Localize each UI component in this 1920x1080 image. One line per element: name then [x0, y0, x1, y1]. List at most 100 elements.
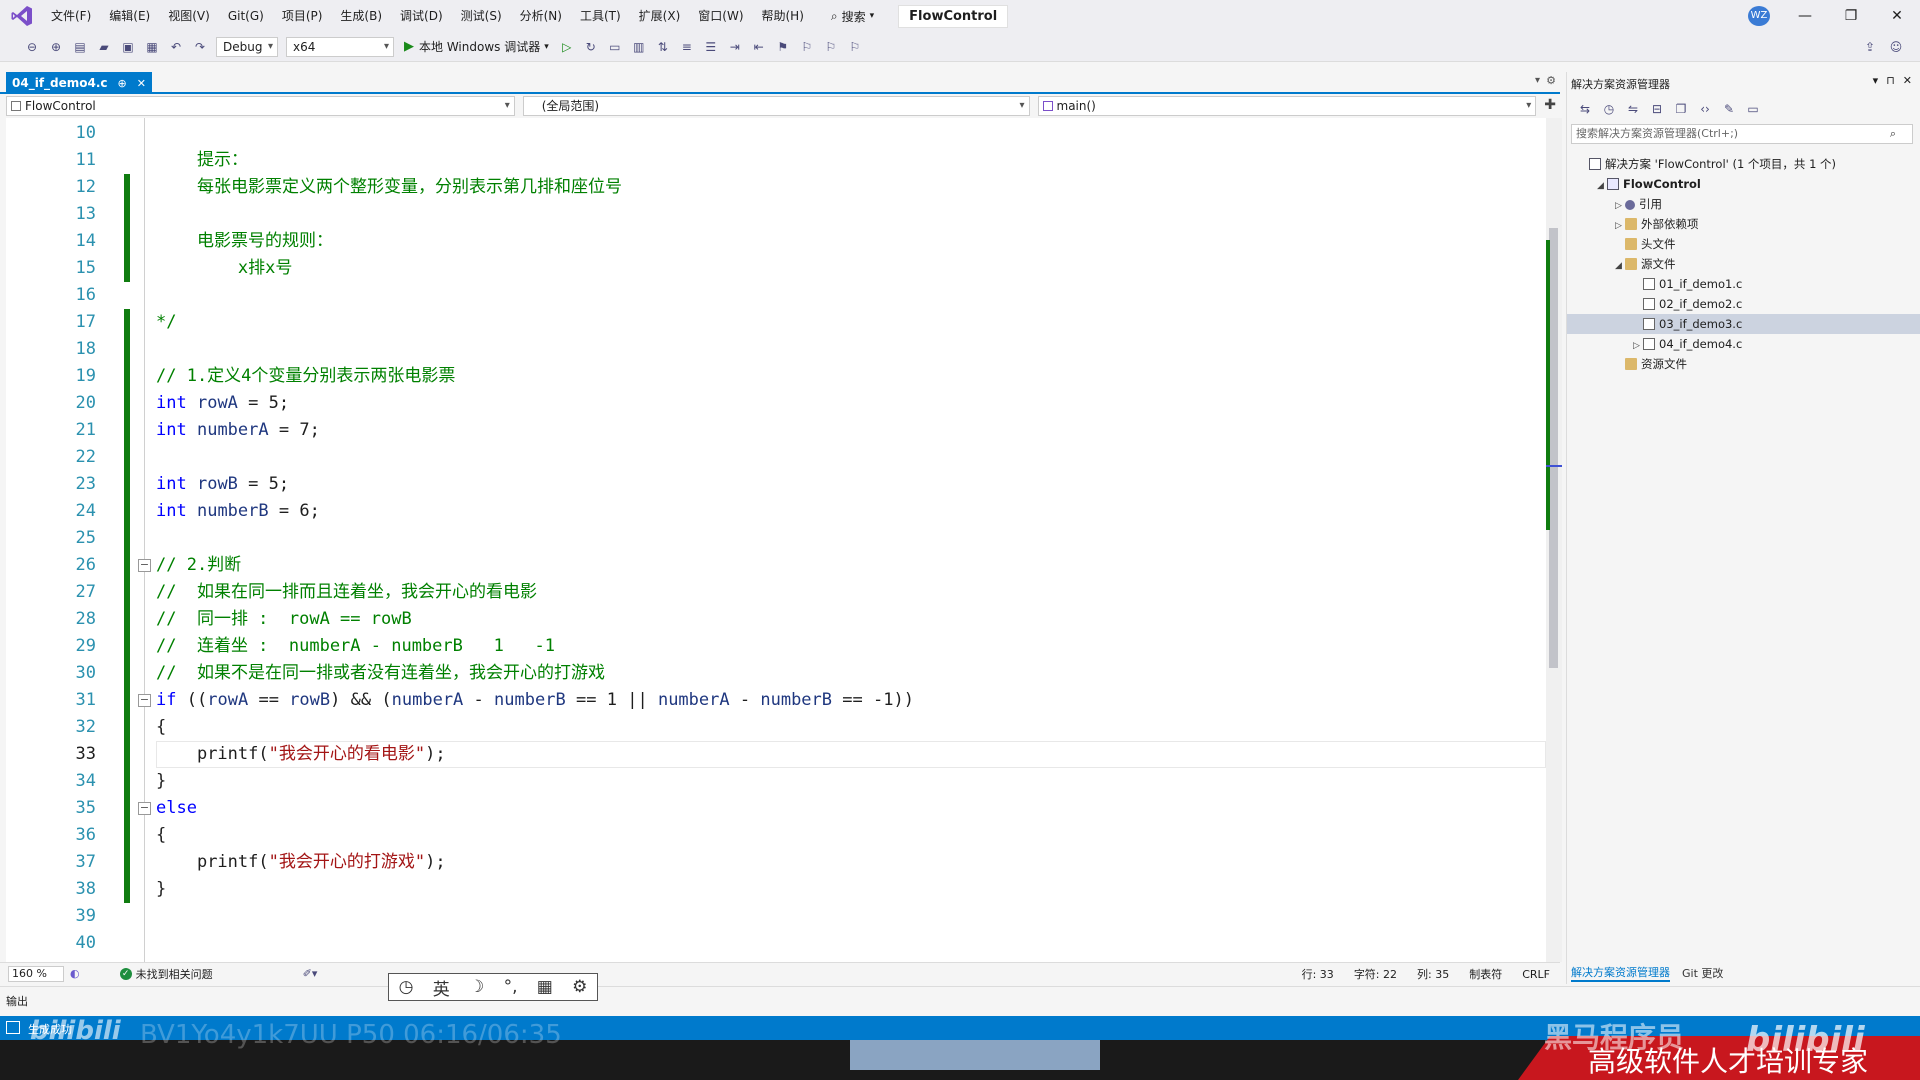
code-line[interactable]: // 1.定义4个变量分别表示两张电影票 [156, 363, 1606, 390]
issues-indicator[interactable]: ✓ 未找到相关问题 [119, 966, 213, 982]
settings-icon[interactable]: ⚙ [1546, 74, 1556, 87]
solution-explorer-search[interactable]: 搜索解决方案资源管理器(Ctrl+;) ⌕ [1571, 124, 1913, 144]
start-debugging-button[interactable]: ▶ 本地 Windows 调试器 ▾ [404, 38, 549, 55]
menu-item[interactable]: 调试(D) [391, 0, 452, 32]
code-line[interactable] [156, 120, 1606, 147]
code-view-icon[interactable]: ‹› [1696, 100, 1714, 118]
project-dropdown[interactable]: FlowControl [6, 96, 515, 116]
code-line[interactable]: // 同一排 : rowA == rowB [156, 606, 1606, 633]
clear-bookmarks-icon[interactable]: ⚐ [846, 38, 864, 56]
menu-item[interactable]: 帮助(H) [753, 0, 813, 32]
history-icon[interactable]: ◷ [1600, 100, 1618, 118]
code-line[interactable]: printf("我会开心的看电影"); [156, 741, 1606, 768]
show-all-files-icon[interactable]: ❐ [1672, 100, 1690, 118]
indent-icon[interactable]: ⇥ [726, 38, 744, 56]
code-line[interactable] [156, 444, 1606, 471]
ime-language-toggle[interactable]: 英 [433, 975, 450, 1000]
tree-item[interactable]: ▷ 引用 [1567, 194, 1920, 214]
close-window-button[interactable]: ✕ [1874, 0, 1920, 32]
code-line[interactable] [156, 336, 1606, 363]
col-indicator[interactable]: 列: 35 [1417, 966, 1449, 982]
code-text-area[interactable]: 提示： 每张电影票定义两个整形变量，分别表示第几排和座位号 电影票号的规则： x… [156, 118, 1546, 962]
expand-arrow-icon[interactable]: ▷ [1633, 336, 1643, 356]
expand-arrow-icon[interactable]: ◢ [1597, 176, 1607, 196]
output-tab[interactable]: 输出 [6, 993, 28, 1009]
forward-nav-icon[interactable]: ⊕ [47, 38, 65, 56]
code-line[interactable]: // 如果不是在同一排或者没有连着坐，我会开心的打游戏 [156, 660, 1606, 687]
collapse-region-icon[interactable]: − [138, 694, 151, 707]
back-nav-icon[interactable]: ⊖ [23, 38, 41, 56]
next-bookmark-icon[interactable]: ⚐ [822, 38, 840, 56]
tree-item[interactable]: 03_if_demo3.c [1567, 314, 1920, 334]
step-icon[interactable]: ⇅ [654, 38, 672, 56]
expand-arrow-icon[interactable]: ◢ [1615, 256, 1625, 276]
tree-item[interactable]: ▷ 外部依赖项 [1567, 214, 1920, 234]
undo-icon[interactable]: ↶ [167, 38, 185, 56]
menu-item[interactable]: 文件(F) [42, 0, 100, 32]
comment-icon[interactable]: ≡ [678, 38, 696, 56]
close-tab-icon[interactable]: ✕ [137, 77, 146, 90]
close-panel-icon[interactable]: ✕ [1903, 74, 1912, 87]
expand-arrow-icon[interactable]: ▷ [1615, 196, 1625, 216]
code-line[interactable]: if ((rowA == rowB) && (numberA - numberB… [156, 687, 1606, 714]
switch-views-icon[interactable]: ⇆ [1576, 100, 1594, 118]
code-cleanup-icon[interactable]: ✐▾ [303, 967, 318, 980]
split-window-icon[interactable]: ✚ [1544, 96, 1556, 116]
code-line[interactable]: } [156, 876, 1606, 903]
line-indicator[interactable]: 行: 33 [1302, 966, 1334, 982]
code-line[interactable] [156, 201, 1606, 228]
code-line[interactable]: printf("我会开心的打游戏"); [156, 849, 1606, 876]
account-avatar[interactable]: WZ [1748, 6, 1770, 26]
code-line[interactable] [156, 903, 1606, 930]
zoom-select[interactable]: 160 % [8, 965, 64, 982]
menu-item[interactable]: 生成(B) [331, 0, 391, 32]
code-line[interactable] [156, 282, 1606, 309]
ime-fullwidth-icon[interactable]: ☽ [469, 977, 484, 997]
uncomment-icon[interactable]: ☰ [702, 38, 720, 56]
menu-item[interactable]: 窗口(W) [689, 0, 752, 32]
tree-item[interactable]: ▷ 04_if_demo4.c [1567, 334, 1920, 354]
tree-item[interactable]: 02_if_demo2.c [1567, 294, 1920, 314]
code-line[interactable]: 电影票号的规则： [156, 228, 1606, 255]
scrollbar-thumb[interactable] [1549, 228, 1558, 668]
open-file-icon[interactable]: ▰ [95, 38, 113, 56]
restore-button[interactable]: ❐ [1828, 0, 1874, 32]
save-all-icon[interactable]: ▦ [143, 38, 161, 56]
code-line[interactable] [156, 930, 1606, 957]
code-editor[interactable]: 10 11 12 13 14 15 16 17 18 19 20 21 22 23 24 25 26 27 28 29… [6, 118, 1546, 962]
configuration-select[interactable]: Debug [216, 36, 278, 57]
menu-item[interactable]: 测试(S) [452, 0, 511, 32]
function-dropdown[interactable]: main() [1037, 96, 1537, 116]
visual-studio-logo-icon[interactable] [10, 4, 34, 28]
search-box[interactable]: ⌕ 搜索 ▾ [823, 5, 882, 27]
char-indicator[interactable]: 字符: 22 [1354, 966, 1397, 982]
code-line[interactable]: x排x号 [156, 255, 1606, 282]
expand-arrow-icon[interactable]: ▷ [1615, 216, 1625, 236]
code-line[interactable]: // 如果在同一排而且连着坐，我会开心的看电影 [156, 579, 1606, 606]
tab-solution-explorer[interactable]: 解决方案资源管理器 [1571, 964, 1670, 982]
tab-04-if-demo4[interactable]: 04_if_demo4.c ⊕ ✕ [6, 72, 152, 94]
collapse-all-icon[interactable]: ⊟ [1648, 100, 1666, 118]
vertical-scrollbar[interactable] [1546, 118, 1562, 962]
scope-dropdown[interactable]: (全局范围) [522, 96, 1030, 116]
outdent-icon[interactable]: ⇤ [750, 38, 768, 56]
pin-icon[interactable]: ⊓ [1886, 74, 1895, 87]
ime-keyboard-icon[interactable]: ▦ [537, 977, 553, 997]
code-line[interactable]: int rowA = 5; [156, 390, 1606, 417]
collapse-region-icon[interactable]: − [138, 559, 151, 572]
panel-options-icon[interactable]: ▾ [1873, 74, 1879, 87]
pin-icon[interactable]: ⊕ [118, 77, 127, 90]
code-line[interactable]: 每张电影票定义两个整形变量，分别表示第几排和座位号 [156, 174, 1606, 201]
redo-icon[interactable]: ↷ [191, 38, 209, 56]
browse-icon[interactable]: ▭ [606, 38, 624, 56]
new-project-icon[interactable]: ▤ [71, 38, 89, 56]
bookmark-icon[interactable]: ⚑ [774, 38, 792, 56]
code-line[interactable]: int numberA = 7; [156, 417, 1606, 444]
ime-punctuation-icon[interactable]: °, [504, 977, 518, 997]
code-line[interactable]: int numberB = 6; [156, 498, 1606, 525]
output-icon[interactable] [6, 1021, 20, 1034]
menu-item[interactable]: 分析(N) [511, 0, 571, 32]
preview-icon[interactable]: ▭ [1744, 100, 1762, 118]
tree-item[interactable]: 资源文件 [1567, 354, 1920, 374]
menu-item[interactable]: 视图(V) [159, 0, 219, 32]
